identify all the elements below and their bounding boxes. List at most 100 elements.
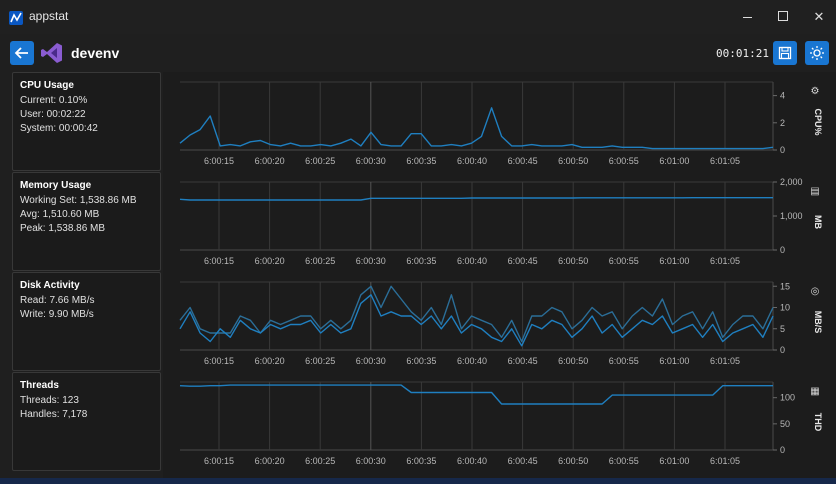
x-tick-label: 6:00:20 — [255, 456, 285, 466]
save-button[interactable] — [773, 41, 797, 65]
disk-read-rate: Read: 7.66 MB/s — [20, 295, 95, 306]
memory-usage-panel: Memory Usage Working Set: 1,538.86 MB Av… — [12, 172, 161, 271]
thread-count: Threads: 123 — [20, 395, 79, 406]
cpu-usage-title: CPU Usage — [20, 80, 74, 91]
charts-area: 6:00:15 6:00:20 6:00:25 6:00:30 6:00:35 6:00:… — [163, 72, 836, 478]
memory-peak: Peak: 1,538.86 MB — [20, 223, 106, 234]
series-line-1 — [179, 285, 774, 343]
window-title: appstat — [29, 9, 69, 23]
y-tick-label: 100 — [780, 393, 795, 403]
cpu-user-time: User: 00:02:22 — [20, 109, 86, 120]
x-tick-label: 6:00:55 — [609, 356, 639, 366]
theme-toggle-button[interactable] — [805, 41, 829, 65]
y-tick-label: 1,000 — [780, 211, 803, 221]
maximize-icon — [778, 11, 788, 21]
elapsed-timer: 00:01:21 — [716, 47, 769, 60]
x-tick-label: 6:01:00 — [659, 156, 689, 166]
x-tick-label: 6:00:30 — [356, 156, 386, 166]
x-tick-label: 6:01:05 — [710, 356, 740, 366]
x-tick-label: 6:01:05 — [710, 156, 740, 166]
y-tick-label: 10 — [780, 303, 790, 313]
chip-icon: ⚙ — [811, 86, 820, 97]
y-tick-label: 15 — [780, 281, 790, 291]
x-tick-label: 6:00:45 — [508, 156, 538, 166]
disk-write-rate: Write: 9.90 MB/s — [20, 309, 94, 320]
close-button[interactable]: ✕ — [808, 6, 830, 28]
cpu-system-time: System: 00:00:42 — [20, 123, 98, 134]
x-tick-label: 6:01:00 — [659, 256, 689, 266]
sun-icon — [810, 46, 824, 60]
y-axis-label: THD — [813, 413, 823, 432]
memory-working-set: Working Set: 1,538.86 MB — [20, 195, 137, 206]
minimize-button[interactable] — [736, 6, 758, 28]
series-line-0 — [179, 107, 774, 150]
x-tick-label: 6:01:00 — [659, 356, 689, 366]
x-tick-label: 6:00:45 — [508, 456, 538, 466]
x-tick-label: 6:00:45 — [508, 256, 538, 266]
desktop-taskbar-strip — [0, 478, 836, 484]
series-line-0 — [179, 384, 773, 405]
y-tick-label: 0 — [780, 445, 785, 455]
back-button[interactable] — [10, 41, 34, 65]
app-logo-icon — [9, 11, 23, 25]
y-tick-label: 4 — [780, 91, 785, 101]
threads-panel: Threads Threads: 123 Handles: 7,178 — [12, 372, 161, 471]
x-tick-label: 6:01:05 — [710, 456, 740, 466]
y-tick-label: 0 — [780, 345, 785, 355]
x-tick-label: 6:00:50 — [558, 456, 588, 466]
chart-1: 6:00:15 6:00:20 6:00:25 6:00:30 6:00:35 6:00:… — [179, 177, 823, 266]
memory-usage-title: Memory Usage — [20, 180, 92, 191]
x-tick-label: 6:00:40 — [457, 156, 487, 166]
series-line-0 — [179, 294, 774, 347]
chart-3: 6:00:15 6:00:20 6:00:25 6:00:30 6:00:35 6:00:… — [179, 381, 823, 466]
x-tick-label: 6:00:45 — [508, 356, 538, 366]
x-tick-label: 6:00:25 — [305, 156, 335, 166]
x-tick-label: 6:00:25 — [305, 256, 335, 266]
header-bar: devenv 00:01:21 — [0, 34, 836, 72]
y-axis-label: CPU% — [813, 108, 823, 135]
x-tick-label: 6:01:05 — [710, 256, 740, 266]
x-tick-label: 6:00:15 — [204, 456, 234, 466]
x-tick-label: 6:00:20 — [255, 356, 285, 366]
visual-studio-logo-icon — [40, 41, 64, 65]
y-axis-label: MB/S — [813, 311, 823, 334]
x-tick-label: 6:00:15 — [204, 356, 234, 366]
memory-average: Avg: 1,510.60 MB — [20, 209, 100, 220]
title-bar: appstat ✕ — [0, 0, 836, 34]
x-tick-label: 6:00:35 — [406, 356, 436, 366]
disk-activity-title: Disk Activity — [20, 280, 80, 291]
y-tick-label: 0 — [780, 245, 785, 255]
y-tick-label: 2,000 — [780, 177, 803, 187]
x-tick-label: 6:00:40 — [457, 256, 487, 266]
x-tick-label: 6:00:30 — [356, 256, 386, 266]
x-tick-label: 6:00:30 — [356, 356, 386, 366]
x-tick-label: 6:01:00 — [659, 456, 689, 466]
maximize-button[interactable] — [772, 6, 794, 28]
floppy-disk-icon — [778, 46, 792, 60]
y-tick-label: 0 — [780, 145, 785, 155]
threads-title: Threads — [20, 380, 59, 391]
x-tick-label: 6:00:55 — [609, 156, 639, 166]
x-tick-label: 6:00:55 — [609, 456, 639, 466]
cpu-current-value: Current: 0.10% — [20, 95, 88, 106]
minimize-icon — [742, 17, 752, 19]
memory-stick-icon: ▤ — [810, 186, 819, 197]
x-tick-label: 6:00:30 — [356, 456, 386, 466]
y-axis-label: MB — [813, 215, 823, 229]
chart-2: 6:00:15 6:00:20 6:00:25 6:00:30 6:00:35 6:00:… — [179, 281, 823, 366]
x-tick-label: 6:00:40 — [457, 356, 487, 366]
x-tick-label: 6:00:20 — [255, 156, 285, 166]
chart-0: 6:00:15 6:00:20 6:00:25 6:00:30 6:00:35 6:00:… — [179, 81, 823, 166]
y-tick-label: 2 — [780, 118, 785, 128]
x-tick-label: 6:00:50 — [558, 156, 588, 166]
cpu-usage-panel: CPU Usage Current: 0.10% User: 00:02:22 … — [12, 72, 161, 171]
x-tick-label: 6:00:50 — [558, 256, 588, 266]
x-tick-label: 6:00:55 — [609, 256, 639, 266]
database-icon: ◎ — [811, 286, 820, 297]
x-tick-label: 6:00:15 — [204, 256, 234, 266]
x-tick-label: 6:00:40 — [457, 456, 487, 466]
handle-count: Handles: 7,178 — [20, 409, 88, 420]
y-tick-label: 5 — [780, 324, 785, 334]
x-tick-label: 6:00:15 — [204, 156, 234, 166]
arrow-left-icon — [14, 47, 28, 59]
